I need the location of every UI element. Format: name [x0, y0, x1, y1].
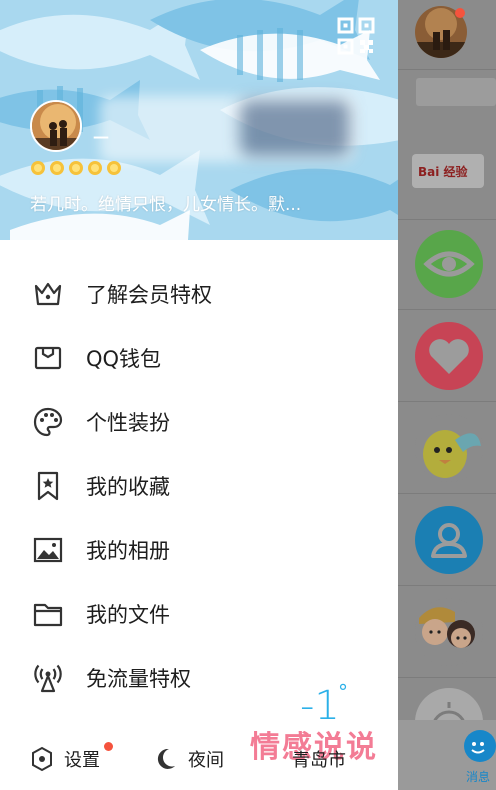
chick-avatar [415, 414, 483, 482]
contacts-app-icon [415, 506, 483, 574]
image-icon [30, 532, 66, 568]
menu-item-label: 了解会员特权 [86, 283, 212, 307]
sun-icon [31, 161, 45, 175]
night-mode-button[interactable]: 夜间 [154, 746, 224, 772]
menu-item-favorites[interactable]: 我的收藏 [0, 454, 398, 518]
menu-item-label: 免流量特权 [86, 667, 191, 691]
baidu-badge-label: Bai 经验 [418, 165, 468, 179]
menu-item-qq-wallet[interactable]: QQ钱包 [0, 326, 398, 390]
nickname-redaction-dark [240, 100, 350, 156]
weather-city-button[interactable]: 青岛市 [282, 746, 346, 772]
signal-tower-icon [30, 660, 66, 696]
weather-degree-unit: ° [338, 680, 348, 704]
sun-icon [107, 161, 121, 175]
crown-icon [30, 276, 66, 312]
avatar[interactable] [30, 100, 82, 152]
menu-item-label: 我的收藏 [86, 475, 170, 499]
profile-header[interactable]: _ 若几时。绝情只恨，儿女情长。默... [0, 0, 398, 240]
sun-icon [50, 161, 64, 175]
messages-tab-label[interactable]: 消息 [466, 768, 490, 785]
menu-item-personalize[interactable]: 个性装扮 [0, 390, 398, 454]
cartoon-avatar [415, 598, 483, 666]
menu-item-label: 个性装扮 [86, 411, 170, 435]
menu-item-label: 我的文件 [86, 603, 170, 627]
heart-app-icon [415, 322, 483, 390]
drawer-menu: 了解会员特权 QQ钱包 个性装扮 我的收藏 我的相册 我的文件 免流量特权 [0, 262, 398, 710]
wallet-icon [30, 340, 66, 376]
nickname[interactable]: _ [94, 106, 110, 139]
qr-code-button[interactable] [336, 16, 376, 56]
palette-icon [30, 404, 66, 440]
folder-icon [30, 596, 66, 632]
sun-icon [69, 161, 83, 175]
search-bar-stub[interactable] [416, 78, 496, 106]
messages-tab-icon[interactable] [460, 728, 496, 764]
side-drawer: _ 若几时。绝情只恨，儿女情长。默... 了解会员特权 QQ钱包 个性装扮 我的… [0, 0, 398, 790]
sun-icon [88, 161, 102, 175]
drawer-bottom-bar: 设置 夜间 青岛市 [0, 736, 398, 790]
menu-item-album[interactable]: 我的相册 [0, 518, 398, 582]
settings-notification-dot [104, 742, 113, 751]
moon-icon [157, 748, 175, 769]
qr-code-icon [337, 17, 375, 55]
level-badges[interactable] [30, 160, 122, 176]
bookmark-star-icon [30, 468, 66, 504]
menu-item-vip-privileges[interactable]: 了解会员特权 [0, 262, 398, 326]
city-label: 青岛市 [292, 750, 346, 771]
night-mode-label: 夜间 [188, 750, 224, 771]
settings-label: 设置 [64, 750, 100, 771]
menu-item-label: 我的相册 [86, 539, 170, 563]
settings-hexagon-icon [32, 746, 52, 772]
eye-app-icon [415, 230, 483, 298]
background-conversation-list[interactable]: Bai 经验 消息 [398, 0, 496, 790]
baidu-badge: Bai 经验 [412, 154, 484, 188]
settings-button[interactable]: 设置 [30, 742, 113, 772]
weather-temperature[interactable]: -1 [300, 686, 340, 726]
menu-item-files[interactable]: 我的文件 [0, 582, 398, 646]
unread-dot [455, 8, 465, 18]
personal-signature[interactable]: 若几时。绝情只恨，儿女情长。默... [30, 190, 301, 215]
menu-item-label: QQ钱包 [86, 347, 162, 371]
